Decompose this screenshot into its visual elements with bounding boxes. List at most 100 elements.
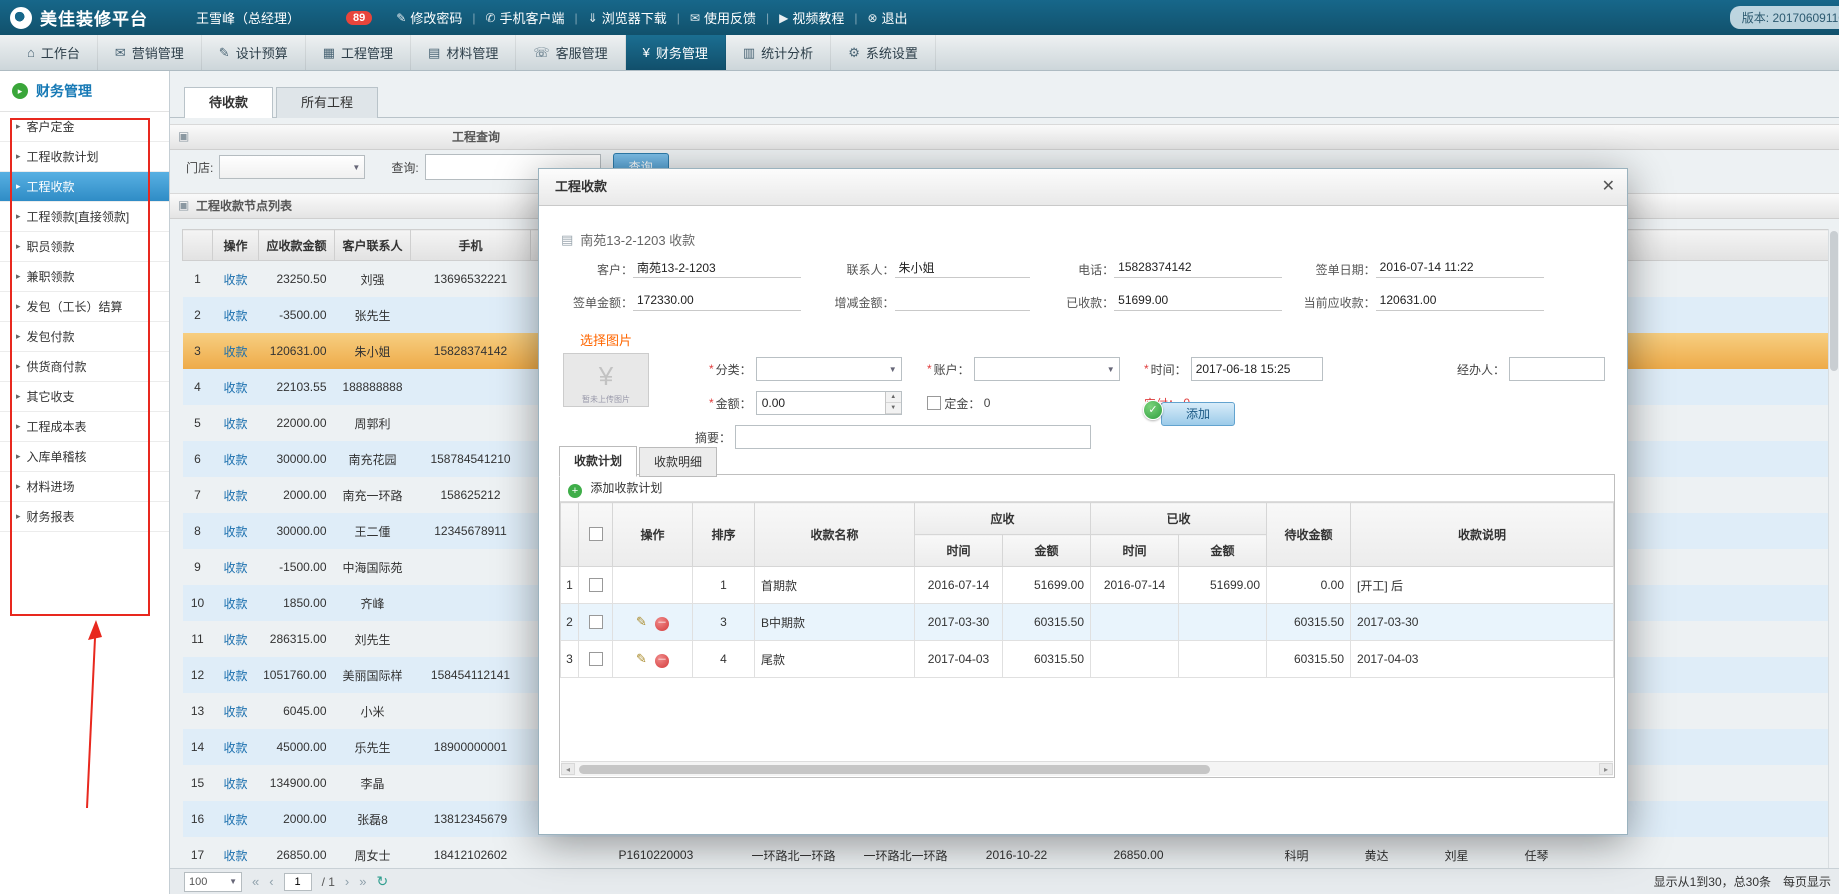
- plus-icon[interactable]: +: [568, 484, 582, 498]
- topbar-menu-item[interactable]: ✉使用反馈: [680, 8, 766, 27]
- store-select[interactable]: ▼: [219, 155, 365, 179]
- row-checkbox[interactable]: [589, 615, 603, 629]
- collect-payment-link[interactable]: 收款: [223, 309, 247, 323]
- nav-tab-marketing[interactable]: ✉营销管理: [98, 35, 202, 70]
- add-payment-button[interactable]: 添加: [1161, 402, 1235, 426]
- sidebar-item[interactable]: ▸发包付款: [0, 322, 169, 352]
- page-size-select[interactable]: 100 ▼: [184, 872, 242, 892]
- sidebar-item[interactable]: ▸供货商付款: [0, 352, 169, 382]
- edit-icon[interactable]: ✎: [636, 614, 647, 629]
- collect-payment-link[interactable]: 收款: [223, 525, 247, 539]
- sidebar-item[interactable]: ▸客户定金: [0, 112, 169, 142]
- last-page-icon[interactable]: »: [359, 874, 366, 889]
- topbar-menu-item[interactable]: ✎修改密码: [386, 8, 472, 27]
- modal-tab[interactable]: 收款计划: [559, 446, 637, 477]
- sidebar-item[interactable]: ▸发包（工长）结算: [0, 292, 169, 322]
- account-select[interactable]: ▼: [974, 357, 1120, 381]
- nav-tab-settings[interactable]: ⚙系统设置: [831, 35, 936, 70]
- delete-icon[interactable]: －: [655, 617, 669, 631]
- sidebar-item[interactable]: ▸其它收支: [0, 382, 169, 412]
- notification-badge[interactable]: 89: [346, 11, 372, 25]
- time-input[interactable]: 2017-06-18 15:25: [1191, 357, 1323, 381]
- scroll-left-icon[interactable]: ◂: [561, 763, 575, 775]
- sidebar-item[interactable]: ▸职员领款: [0, 232, 169, 262]
- nav-tab-workbench[interactable]: ⌂工作台: [10, 35, 98, 70]
- page-input[interactable]: [284, 873, 312, 891]
- nav-tab-material[interactable]: ▤材料管理: [411, 35, 516, 70]
- nav-tab-stats[interactable]: ▥统计分析: [726, 35, 831, 70]
- choose-image-link[interactable]: 选择图片: [563, 330, 649, 349]
- collect-payment-link[interactable]: 收款: [223, 669, 247, 683]
- content-tab[interactable]: 待收款: [184, 87, 273, 118]
- topbar-menu-item[interactable]: ▶视频教程: [769, 8, 854, 27]
- query-label: 查询:: [391, 159, 418, 176]
- scroll-right-icon[interactable]: ▸: [1599, 763, 1613, 775]
- amount-input[interactable]: 0.00 ▲▼: [756, 391, 902, 415]
- vertical-scrollbar[interactable]: [1828, 229, 1839, 868]
- due-date: 2016-07-14: [915, 567, 1003, 604]
- agent-input[interactable]: [1509, 357, 1605, 381]
- collect-payment-link[interactable]: 收款: [223, 741, 247, 755]
- row-checkbox[interactable]: [589, 652, 603, 666]
- phone-number: [411, 585, 531, 621]
- nav-tab-finance[interactable]: ¥财务管理: [626, 35, 726, 70]
- op-cell: 收款: [213, 837, 259, 868]
- edit-icon[interactable]: ✎: [636, 651, 647, 666]
- field-label: 当前应收款：: [1304, 294, 1376, 311]
- collect-payment-link[interactable]: 收款: [223, 345, 247, 359]
- refresh-icon[interactable]: ↻: [377, 873, 389, 890]
- user-name[interactable]: 王雪峰（总经理）: [196, 8, 300, 27]
- nav-tab-engineering[interactable]: ▦工程管理: [306, 35, 411, 70]
- nav-tab-service[interactable]: ☏客服管理: [516, 35, 625, 70]
- prev-page-icon[interactable]: ‹: [269, 874, 273, 889]
- page-total: / 1: [322, 875, 335, 889]
- collect-payment-link[interactable]: 收款: [223, 813, 247, 827]
- horizontal-scrollbar[interactable]: ◂ ▸: [561, 761, 1613, 776]
- sidebar-item[interactable]: ▸兼职领款: [0, 262, 169, 292]
- delete-icon[interactable]: －: [655, 654, 669, 668]
- collect-payment-link[interactable]: 收款: [223, 777, 247, 791]
- collect-payment-link[interactable]: 收款: [223, 417, 247, 431]
- category-select[interactable]: ▼: [756, 357, 902, 381]
- topbar-menu-item[interactable]: ⇓浏览器下载: [578, 8, 677, 27]
- info-field: 联系人：朱小姐: [823, 258, 1043, 278]
- collect-payment-link[interactable]: 收款: [223, 273, 247, 287]
- topbar-menu-item[interactable]: ⊗退出: [857, 8, 917, 27]
- collect-payment-link[interactable]: 收款: [223, 489, 247, 503]
- sidebar-item[interactable]: ▸工程领款[直接领款]: [0, 202, 169, 232]
- collect-payment-link[interactable]: 收款: [223, 705, 247, 719]
- info-field: 已收款：51699.00: [1042, 292, 1304, 311]
- row-number: 11: [183, 621, 213, 657]
- sidebar-item[interactable]: ▸材料进场: [0, 472, 169, 502]
- next-page-icon[interactable]: ›: [345, 874, 349, 889]
- collect-payment-link[interactable]: 收款: [223, 381, 247, 395]
- content-tab[interactable]: 所有工程: [276, 87, 378, 118]
- row-checkbox[interactable]: [589, 578, 603, 592]
- deposit-checkbox[interactable]: [927, 396, 941, 410]
- select-all-checkbox[interactable]: [589, 527, 603, 541]
- sidebar-item[interactable]: ▸工程收款计划: [0, 142, 169, 172]
- mobile-client-icon: ✆: [485, 11, 495, 25]
- sidebar-item[interactable]: ▸入库单稽核: [0, 442, 169, 472]
- close-icon[interactable]: ✕: [1602, 169, 1615, 205]
- sidebar-item[interactable]: ▸工程收款: [0, 172, 169, 202]
- spin-down-icon[interactable]: ▼: [886, 403, 901, 414]
- collect-payment-link[interactable]: 收款: [223, 561, 247, 575]
- sidebar-item[interactable]: ▸工程成本表: [0, 412, 169, 442]
- scrollbar-thumb[interactable]: [579, 765, 1210, 774]
- summary-input[interactable]: [735, 425, 1091, 449]
- sidebar-item[interactable]: ▸财务报表: [0, 502, 169, 532]
- scrollbar-thumb[interactable]: [1830, 231, 1838, 371]
- nav-tab-design[interactable]: ✎设计预算: [202, 35, 306, 70]
- spin-up-icon[interactable]: ▲: [886, 392, 901, 403]
- collect-payment-link[interactable]: 收款: [223, 633, 247, 647]
- collect-payment-link[interactable]: 收款: [223, 849, 247, 863]
- topbar-menu-item[interactable]: ✆手机客户端: [475, 8, 574, 27]
- op-cell: 收款: [213, 549, 259, 585]
- add-plan-link[interactable]: 添加收款计划: [590, 481, 662, 495]
- payment-modal: 工程收款 ✕ ▤ 南苑13-2-1203 收款 客户：南苑13-2-1203联系…: [538, 168, 1628, 835]
- first-page-icon[interactable]: «: [252, 874, 259, 889]
- modal-tab[interactable]: 收款明细: [639, 447, 717, 477]
- collect-payment-link[interactable]: 收款: [223, 597, 247, 611]
- collect-payment-link[interactable]: 收款: [223, 453, 247, 467]
